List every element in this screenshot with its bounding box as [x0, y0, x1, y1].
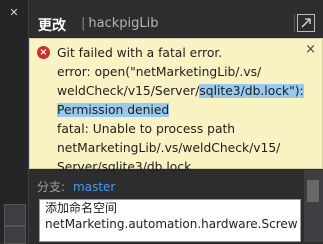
commit-message-line: netMarketing.automation.hardware.Screw [45, 217, 298, 231]
commit-message-input[interactable]: 添加命名空间 netMarketing.automation.hardware.… [39, 199, 301, 242]
scrollbar[interactable] [304, 170, 323, 242]
error-banner: × × Git failed with a fatal error. error… [29, 38, 323, 174]
error-line-selected: sqlite3/db.lock"): [199, 84, 304, 98]
side-button[interactable] [4, 204, 26, 226]
error-line: weldCheck/v15/Server/ [57, 84, 200, 98]
left-tool-strip: ✕ [0, 0, 29, 244]
error-line: Server/sqlite3/db.lock [57, 160, 192, 174]
error-icon: × [37, 46, 50, 59]
title-separator: | [81, 16, 86, 31]
open-external-icon[interactable] [297, 14, 315, 32]
branch-label: 分支: [37, 180, 66, 194]
error-line: error: open("netMarketingLib/.vs/ [57, 65, 262, 79]
repo-title: | hackpigLib [81, 16, 159, 31]
scrollbar-thumb[interactable] [307, 180, 319, 202]
side-button[interactable] [4, 226, 26, 244]
divider [294, 14, 295, 32]
branch-row: 分支: master [37, 178, 115, 195]
branch-link[interactable]: master [73, 180, 115, 194]
panel-header: 更改 | hackpigLib [29, 10, 323, 38]
error-line-selected: Permission denied [57, 103, 170, 117]
error-message[interactable]: Git failed with a fatal error. error: op… [57, 44, 319, 177]
error-line: Git failed with a fatal error. [57, 46, 223, 60]
pin-icon[interactable]: ✕ [5, 4, 23, 22]
commit-message-line: 添加命名空间 [45, 201, 118, 215]
repo-name: hackpigLib [88, 16, 159, 31]
page-title: 更改 [38, 18, 66, 34]
error-line: netMarketingLib/.vs/weldCheck/v15/ [57, 141, 281, 155]
error-line: fatal: Unable to process path [57, 122, 236, 136]
